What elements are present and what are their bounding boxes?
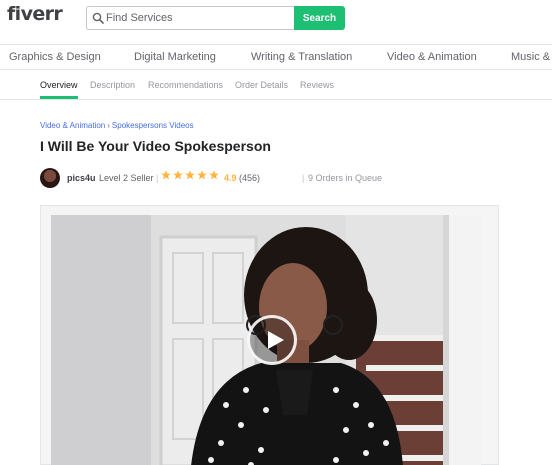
seller-info: pics4u Level 2 Seller | 4.9 (456) | 9 Or…: [40, 168, 383, 188]
star-icon: [209, 170, 219, 180]
category-digital-marketing[interactable]: Digital Marketing: [134, 51, 216, 63]
category-video-animation[interactable]: Video & Animation: [387, 51, 477, 63]
seller-level: Level 2 Seller: [99, 173, 154, 183]
fiverr-logo[interactable]: fiverr: [7, 3, 63, 25]
queue-divider: |: [302, 173, 305, 183]
category-nav: Graphics & Design Digital Marketing Writ…: [0, 44, 552, 70]
tab-description[interactable]: Description: [90, 80, 135, 90]
tab-overview[interactable]: Overview: [40, 80, 78, 90]
search-input[interactable]: [106, 9, 291, 27]
gig-title: I Will Be Your Video Spokesperson: [40, 138, 271, 154]
star-icon: [185, 170, 195, 180]
star-icon: [173, 170, 183, 180]
tab-reviews[interactable]: Reviews: [300, 80, 334, 90]
review-count[interactable]: (456): [239, 173, 260, 183]
play-icon: [268, 331, 284, 349]
rating-stars: [161, 170, 221, 183]
breadcrumb-video-animation[interactable]: Video & Animation: [40, 121, 105, 130]
rating-value: 4.9: [224, 173, 237, 183]
play-button[interactable]: [247, 315, 297, 365]
breadcrumb-spokespersons-videos[interactable]: Spokespersons Videos: [112, 121, 194, 130]
search-icon: [92, 12, 104, 24]
category-music-audio[interactable]: Music & Au: [511, 51, 552, 63]
search-button[interactable]: Search: [294, 6, 345, 30]
active-tab-indicator: [40, 96, 78, 99]
video-player[interactable]: [51, 215, 481, 465]
tab-recommendations[interactable]: Recommendations: [148, 80, 223, 90]
seller-divider: |: [156, 173, 159, 183]
breadcrumb: Video & Animation › Spokespersons Videos: [40, 121, 194, 130]
gig-tabs: Overview Description Recommendations Ord…: [0, 70, 552, 100]
breadcrumb-separator: ›: [107, 121, 110, 130]
star-icon: [197, 170, 207, 180]
seller-name[interactable]: pics4u: [67, 173, 96, 183]
orders-in-queue: 9 Orders in Queue: [308, 173, 383, 183]
gig-media-gallery: [40, 205, 499, 465]
star-icon: [161, 170, 171, 180]
category-graphics-design[interactable]: Graphics & Design: [9, 51, 101, 63]
category-writing-translation[interactable]: Writing & Translation: [251, 51, 352, 63]
search-box[interactable]: [86, 6, 296, 30]
tab-order-details[interactable]: Order Details: [235, 80, 288, 90]
header: fiverr Search: [0, 0, 552, 44]
seller-avatar[interactable]: [40, 168, 60, 188]
